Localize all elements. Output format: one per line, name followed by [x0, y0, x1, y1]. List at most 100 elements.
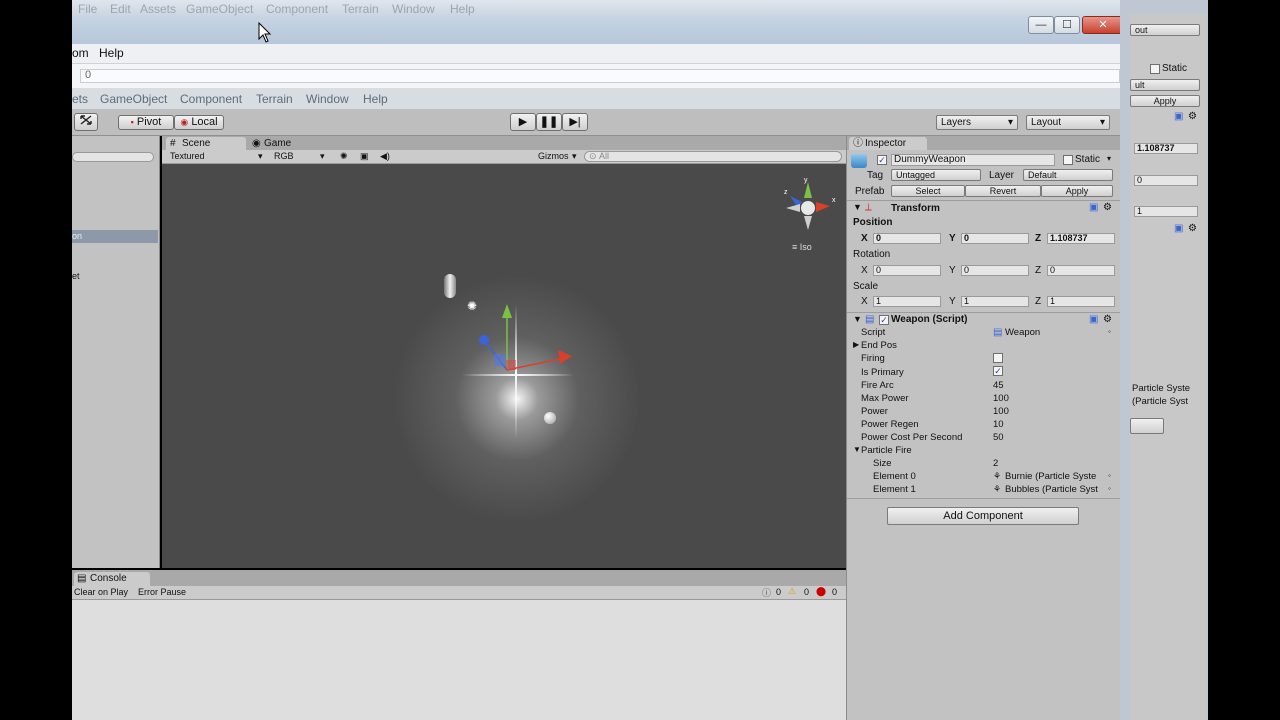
static-checkbox-partial[interactable]: [1150, 64, 1160, 74]
hierarchy-item-selected[interactable]: on: [72, 230, 158, 243]
help-icon[interactable]: ▣: [1089, 202, 1098, 213]
step-button[interactable]: ▶|: [562, 113, 588, 131]
close-button[interactable]: ✕: [1082, 16, 1124, 34]
menu-help[interactable]: Help: [363, 92, 388, 106]
play-button[interactable]: ▶: [510, 113, 536, 131]
hierarchy-search-input[interactable]: [72, 152, 154, 162]
position-z-field-partial[interactable]: 1.108737: [1134, 143, 1198, 154]
max-power-value[interactable]: 100: [993, 393, 1009, 404]
render-mode-dropdown[interactable]: Textured: [170, 150, 205, 163]
add-component-button[interactable]: Add Component: [887, 507, 1079, 525]
tab-game[interactable]: ◉ Game: [248, 137, 318, 150]
rotation-z-field-partial[interactable]: 0: [1134, 175, 1198, 186]
scale-x-field[interactable]: 1: [873, 296, 941, 307]
power-regen-value[interactable]: 10: [993, 419, 1004, 430]
menu-item-help[interactable]: Help: [99, 46, 124, 60]
tab-scene[interactable]: # Scene: [166, 137, 246, 150]
element-1-value[interactable]: Bubbles (Particle Syst: [1005, 484, 1098, 495]
layer-dropdown-partial[interactable]: ult: [1130, 79, 1200, 91]
rotation-x-field[interactable]: 0: [873, 265, 941, 276]
gear-icon[interactable]: ⚙: [1103, 202, 1112, 213]
layout-dropdown-partial[interactable]: out: [1130, 24, 1200, 36]
tag-dropdown[interactable]: Untagged: [891, 169, 981, 181]
power-cost-value[interactable]: 50: [993, 432, 1004, 443]
minimize-button[interactable]: —: [1028, 16, 1054, 34]
weapon-enabled-checkbox[interactable]: ✓: [879, 315, 889, 325]
scale-z-field-partial[interactable]: 1: [1134, 206, 1198, 217]
power-value[interactable]: 100: [993, 406, 1009, 417]
hierarchy-item[interactable]: et: [72, 271, 80, 281]
object-name-field[interactable]: DummyWeapon: [891, 154, 1055, 166]
capsule-object[interactable]: [444, 274, 456, 298]
foldout-arrow-icon[interactable]: ▼: [853, 314, 862, 324]
image-toggle-icon[interactable]: ▣: [360, 150, 369, 163]
element-0-partial[interactable]: Particle Syste: [1132, 383, 1190, 394]
maximize-tool-button[interactable]: [74, 113, 98, 131]
static-checkbox[interactable]: [1063, 155, 1073, 165]
menu-component[interactable]: Component: [180, 92, 242, 106]
clear-on-play-toggle[interactable]: Clear on Play: [74, 587, 128, 597]
address-input[interactable]: 0: [80, 69, 1120, 83]
audio-toggle-icon[interactable]: ◀): [380, 150, 390, 163]
gizmos-dropdown[interactable]: Gizmos: [538, 150, 569, 163]
is-primary-checkbox[interactable]: ✓: [993, 366, 1003, 376]
fire-arc-value[interactable]: 45: [993, 380, 1004, 391]
menu-assets[interactable]: ets: [72, 92, 88, 106]
prefab-revert-button[interactable]: Revert: [965, 185, 1041, 197]
menu-gameobject[interactable]: GameObject: [100, 92, 167, 106]
maximize-button[interactable]: ☐: [1054, 16, 1080, 34]
rotation-z-field[interactable]: 0: [1047, 265, 1115, 276]
add-component-button-partial[interactable]: [1130, 418, 1164, 434]
scene-search-input[interactable]: ⊙ All: [584, 151, 842, 162]
menu-window[interactable]: Window: [306, 92, 349, 106]
layers-dropdown[interactable]: Layers ▾: [936, 115, 1018, 130]
layer-dropdown[interactable]: Default: [1023, 169, 1113, 181]
foldout-arrow-icon[interactable]: ▼: [853, 445, 861, 454]
warning-count[interactable]: 0: [804, 587, 809, 597]
firing-checkbox[interactable]: [993, 353, 1003, 363]
gear-icon[interactable]: ⚙: [1188, 111, 1197, 122]
active-checkbox[interactable]: ✓: [877, 155, 887, 165]
size-value[interactable]: 2: [993, 458, 998, 469]
script-value[interactable]: Weapon: [1005, 327, 1040, 338]
object-picker-icon[interactable]: ◦: [1108, 484, 1111, 493]
scene-orientation-gizmo[interactable]: y x z: [780, 174, 840, 234]
scene-viewport[interactable]: ✺ y x z ≡ Iso: [162, 164, 846, 568]
prefab-select-button[interactable]: Select: [891, 185, 965, 197]
color-mode-dropdown[interactable]: RGB: [274, 150, 294, 163]
help-icon[interactable]: ▣: [1089, 314, 1098, 325]
sphere-object[interactable]: [544, 412, 556, 424]
menu-terrain[interactable]: Terrain: [256, 92, 293, 106]
console-log-area[interactable]: [72, 600, 846, 720]
position-x-field[interactable]: 0: [873, 233, 941, 244]
prefab-apply-button[interactable]: Apply: [1041, 185, 1113, 197]
layout-dropdown[interactable]: Layout ▾: [1026, 115, 1110, 130]
lighting-toggle-icon[interactable]: ✺: [340, 150, 348, 163]
chevron-down-icon[interactable]: ▾: [1107, 154, 1111, 163]
position-z-field[interactable]: 1.108737: [1047, 233, 1115, 244]
gear-icon[interactable]: ⚙: [1103, 314, 1112, 325]
scale-y-field[interactable]: 1: [961, 296, 1029, 307]
move-gizmo[interactable]: [472, 302, 582, 392]
window-titlebar[interactable]: [72, 16, 1132, 44]
tab-console[interactable]: ▤ Console: [74, 572, 150, 586]
pause-button[interactable]: ❚❚: [536, 113, 562, 131]
position-y-field[interactable]: 0: [961, 233, 1029, 244]
object-picker-icon[interactable]: ◦: [1108, 471, 1111, 480]
gear-icon[interactable]: ⚙: [1188, 223, 1197, 234]
element-1-partial[interactable]: (Particle Syst: [1132, 396, 1188, 407]
foldout-arrow-icon[interactable]: ▼: [853, 202, 862, 212]
projection-label[interactable]: ≡ Iso: [792, 242, 812, 252]
log-count[interactable]: 0: [776, 587, 781, 597]
apply-button-partial[interactable]: Apply: [1130, 95, 1200, 107]
pivot-button[interactable]: ▪ Pivot: [118, 115, 174, 130]
help-icon[interactable]: ▣: [1174, 223, 1183, 234]
local-button[interactable]: ◉ Local: [174, 115, 224, 130]
error-count[interactable]: 0: [832, 587, 837, 597]
object-picker-icon[interactable]: ◦: [1108, 327, 1111, 336]
foldout-arrow-icon[interactable]: ▶: [853, 340, 859, 349]
rotation-y-field[interactable]: 0: [961, 265, 1029, 276]
scale-z-field[interactable]: 1: [1047, 296, 1115, 307]
tab-inspector[interactable]: ⓘ Inspector: [849, 137, 927, 150]
help-icon[interactable]: ▣: [1174, 111, 1183, 122]
